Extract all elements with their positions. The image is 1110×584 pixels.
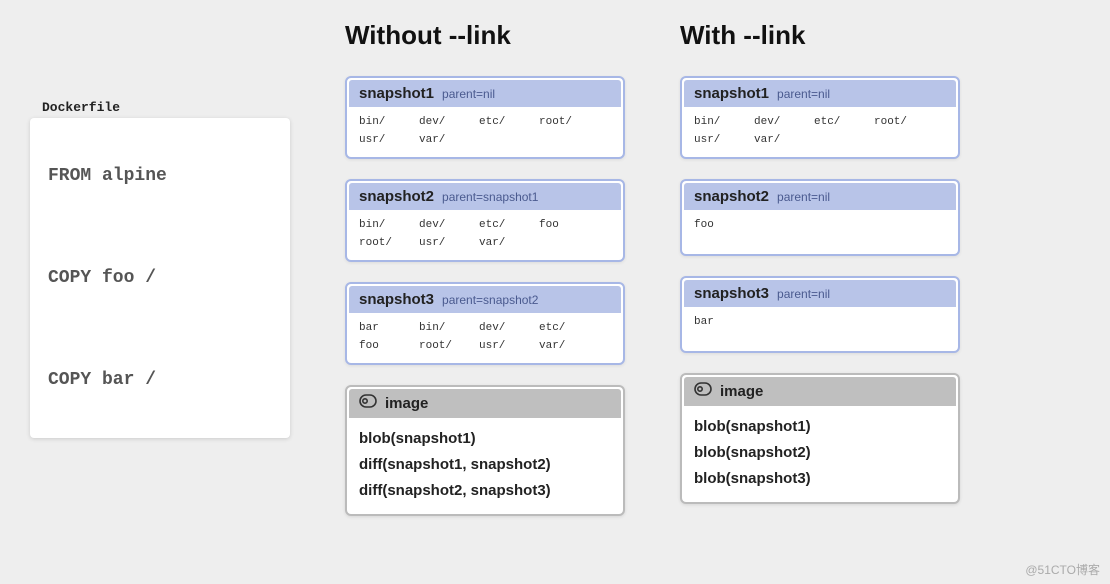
snapshot-card: snapshot1 parent=nil bin/ dev/ etc/ root… — [345, 76, 625, 159]
file-entry: bin/ — [359, 113, 419, 131]
dockerfile-column: Dockerfile FROM alpine COPY foo / COPY b… — [30, 100, 290, 438]
snapshot-card: snapshot2 parent=nil foo — [680, 179, 960, 256]
snapshot-files: bar — [684, 307, 956, 349]
file-entry: etc/ — [814, 113, 874, 131]
with-link-column: With --link snapshot1 parent=nil bin/ de… — [680, 0, 960, 504]
snapshot-header: snapshot3 parent=nil — [684, 280, 956, 307]
image-line: blob(snapshot2) — [694, 440, 946, 466]
snapshot-parent: parent=nil — [777, 190, 830, 204]
snapshot-files: foo — [684, 210, 956, 252]
file-entry: root/ — [359, 234, 419, 252]
watermark: @51CTO博客 — [1025, 561, 1100, 578]
snapshot-parent: parent=snapshot2 — [442, 293, 538, 307]
diagram-container: Dockerfile FROM alpine COPY foo / COPY b… — [0, 0, 1110, 516]
file-entry: bar — [359, 319, 419, 337]
file-entry: var/ — [754, 131, 814, 149]
file-entry: dev/ — [419, 113, 479, 131]
disk-icon — [359, 394, 377, 413]
snapshot-name: snapshot1 — [359, 85, 434, 102]
snapshot-card: snapshot2 parent=snapshot1 bin/ dev/ etc… — [345, 179, 625, 262]
snapshot-card: snapshot3 parent=nil bar — [680, 276, 960, 353]
snapshot-name: snapshot3 — [694, 285, 769, 302]
image-body: blob(snapshot1) blob(snapshot2) blob(sna… — [684, 406, 956, 500]
file-entry: etc/ — [539, 319, 599, 337]
file-entry: var/ — [419, 131, 479, 149]
snapshot-parent: parent=nil — [777, 87, 830, 101]
file-entry: usr/ — [479, 337, 539, 355]
snapshot-card: snapshot1 parent=nil bin/ dev/ etc/ root… — [680, 76, 960, 159]
file-entry: usr/ — [419, 234, 479, 252]
with-title: With --link — [680, 20, 960, 51]
snapshot-parent: parent=snapshot1 — [442, 190, 538, 204]
without-link-column: Without --link snapshot1 parent=nil bin/… — [345, 0, 625, 516]
snapshot-name: snapshot2 — [694, 188, 769, 205]
without-title: Without --link — [345, 20, 625, 51]
file-entry: dev/ — [419, 216, 479, 234]
image-line: diff(snapshot2, snapshot3) — [359, 478, 611, 504]
file-entry: dev/ — [479, 319, 539, 337]
snapshot-name: snapshot3 — [359, 291, 434, 308]
file-entry: foo — [694, 216, 754, 246]
file-entry: var/ — [479, 234, 539, 252]
file-entry: usr/ — [359, 131, 419, 149]
snapshot-name: snapshot1 — [694, 85, 769, 102]
file-entry: dev/ — [754, 113, 814, 131]
file-entry: etc/ — [479, 113, 539, 131]
file-entry: var/ — [539, 337, 599, 355]
snapshot-header: snapshot1 parent=nil — [349, 80, 621, 107]
file-entry: etc/ — [479, 216, 539, 234]
image-card: image blob(snapshot1) diff(snapshot1, sn… — [345, 385, 625, 516]
snapshot-header: snapshot1 parent=nil — [684, 80, 956, 107]
snapshot-header: snapshot2 parent=snapshot1 — [349, 183, 621, 210]
image-line: blob(snapshot1) — [359, 426, 611, 452]
snapshot-header: snapshot3 parent=snapshot2 — [349, 286, 621, 313]
snapshot-header: snapshot2 parent=nil — [684, 183, 956, 210]
snapshot-name: snapshot2 — [359, 188, 434, 205]
file-entry: bar — [694, 313, 754, 343]
file-entry: root/ — [539, 113, 599, 131]
image-card: image blob(snapshot1) blob(snapshot2) bl… — [680, 373, 960, 504]
image-header: image — [349, 389, 621, 418]
snapshot-parent: parent=nil — [442, 87, 495, 101]
snapshot-files: bin/ dev/ etc/ foo root/ usr/ var/ — [349, 210, 621, 258]
file-entry: foo — [359, 337, 419, 355]
dockerfile-line-1: FROM alpine — [48, 166, 272, 186]
file-entry: root/ — [874, 113, 934, 131]
file-entry: foo — [539, 216, 599, 234]
dockerfile-box: FROM alpine COPY foo / COPY bar / — [30, 118, 290, 438]
file-entry: root/ — [419, 337, 479, 355]
image-line: blob(snapshot3) — [694, 466, 946, 492]
image-title: image — [720, 383, 763, 400]
file-entry: bin/ — [359, 216, 419, 234]
image-title: image — [385, 395, 428, 412]
image-line: blob(snapshot1) — [694, 414, 946, 440]
snapshot-files: bin/ dev/ etc/ root/ usr/ var/ — [684, 107, 956, 155]
snapshot-files: bin/ dev/ etc/ root/ usr/ var/ — [349, 107, 621, 155]
snapshot-card: snapshot3 parent=snapshot2 bar bin/ dev/… — [345, 282, 625, 365]
dockerfile-line-2: COPY foo / — [48, 268, 272, 288]
dockerfile-line-3: COPY bar / — [48, 370, 272, 390]
disk-icon — [694, 382, 712, 401]
file-entry: usr/ — [694, 131, 754, 149]
image-body: blob(snapshot1) diff(snapshot1, snapshot… — [349, 418, 621, 512]
snapshot-files: bar bin/ dev/ etc/ foo root/ usr/ var/ — [349, 313, 621, 361]
dockerfile-label: Dockerfile — [42, 100, 290, 115]
image-header: image — [684, 377, 956, 406]
file-entry: bin/ — [419, 319, 479, 337]
snapshot-parent: parent=nil — [777, 287, 830, 301]
image-line: diff(snapshot1, snapshot2) — [359, 452, 611, 478]
file-entry: bin/ — [694, 113, 754, 131]
